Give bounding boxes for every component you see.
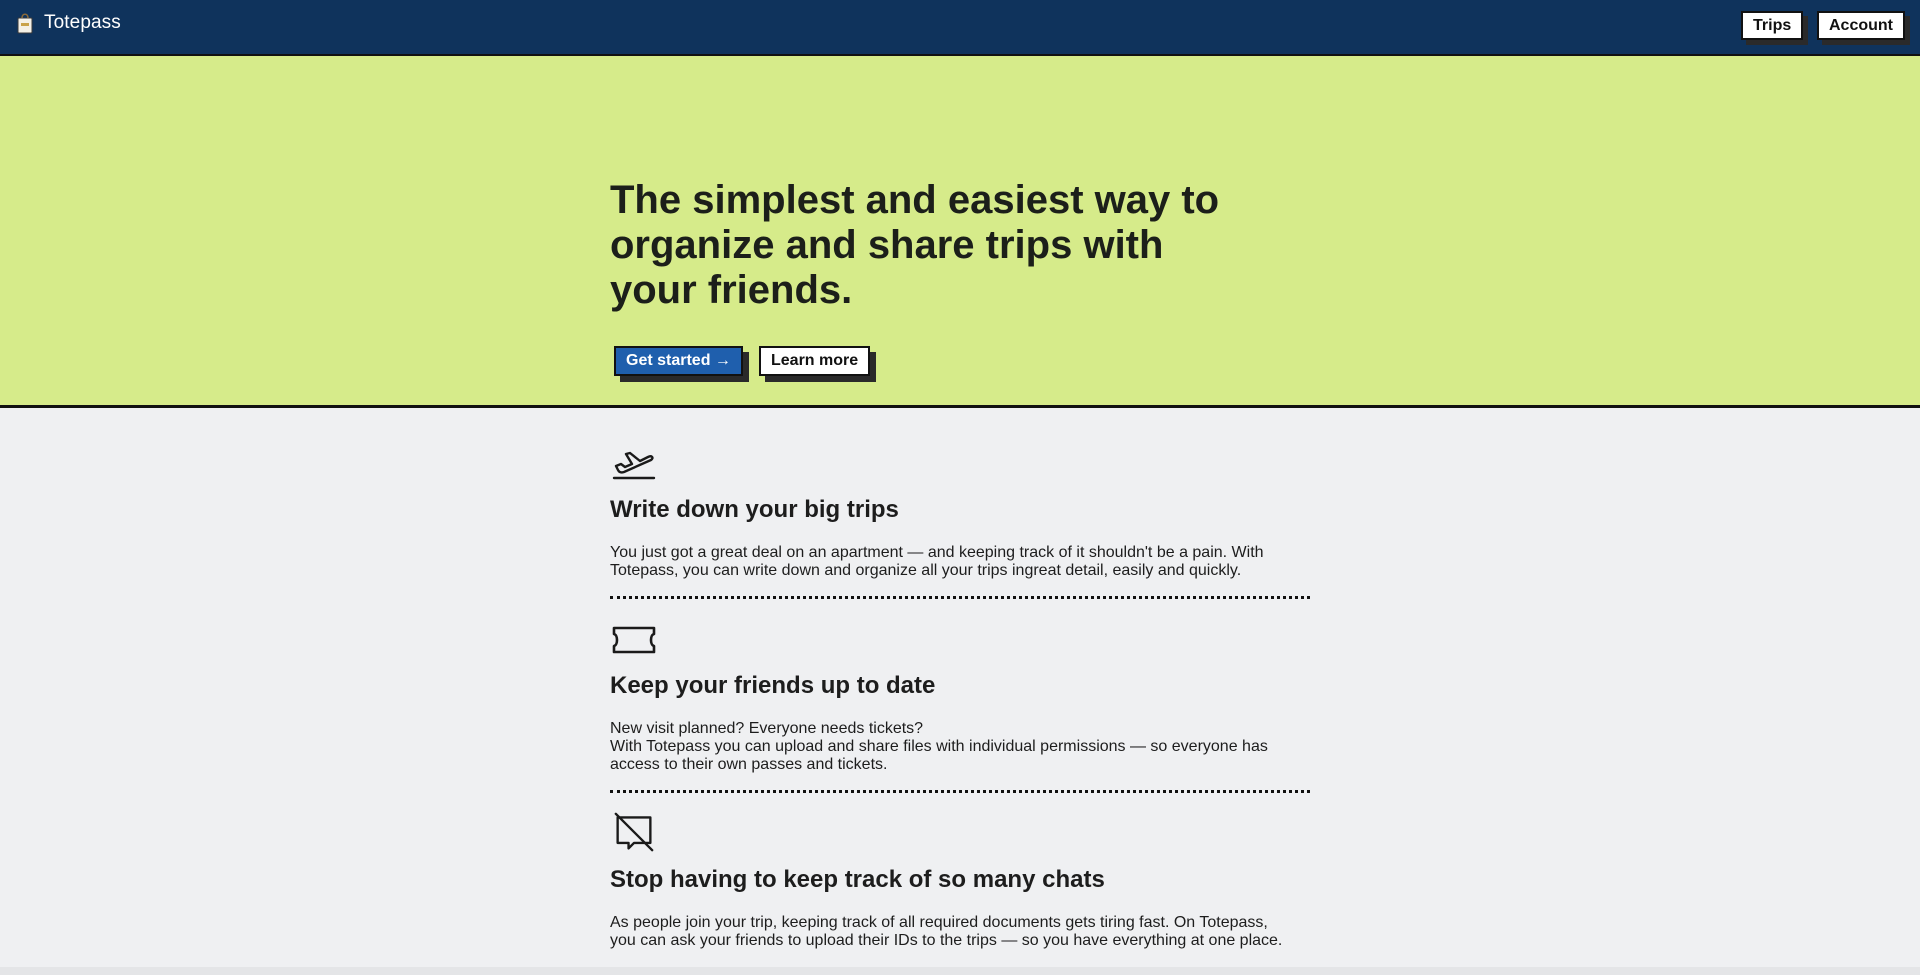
nav-account-button[interactable]: Account [1817,11,1905,40]
dotted-divider [610,596,1310,599]
feature-title: Keep your friends up to date [610,672,936,699]
hero-title: The simplest and easiest way to organize… [610,178,1220,312]
top-navigation-bar: Totepass Trips Account [0,0,1920,56]
feature-description: As people join your trip, keeping track … [610,914,1310,950]
feature-description: You just got a great deal on an apartmen… [610,544,1310,580]
learn-more-button[interactable]: Learn more [759,346,871,376]
nav-trips-button[interactable]: Trips [1741,11,1804,40]
brand[interactable]: Totepass [16,12,121,34]
dotted-divider [610,790,1310,793]
feature-description-line: Totepass, you can write down and organiz… [610,562,1242,579]
feature-title: Stop having to keep track of so many cha… [610,866,1105,893]
feature-description-line: With Totepass you can upload and share f… [610,738,1268,755]
get-started-button[interactable]: Get started → [614,346,743,376]
airplane-takeoff-icon [612,451,656,480]
app-name: Totepass [44,12,121,33]
ticket-icon [612,626,656,654]
tote-bag-icon [17,13,33,34]
feature-description: New visit planned? Everyone needs ticket… [610,720,1310,774]
feature-description-line: As people join your trip, keeping track … [610,914,1268,931]
page-bottom-edge [0,967,1920,975]
feature-title: Write down your big trips [610,496,899,523]
feature-description-line: New visit planned? Everyone needs ticket… [610,720,924,737]
hero-section: The simplest and easiest way to organize… [0,56,1920,408]
chat-off-icon [614,812,654,852]
feature-description-line: you can ask your friends to upload their… [610,932,1283,949]
feature-description-line: access to their own passes and tickets. [610,756,888,773]
feature-description-line: You just got a great deal on an apartmen… [610,544,1264,561]
